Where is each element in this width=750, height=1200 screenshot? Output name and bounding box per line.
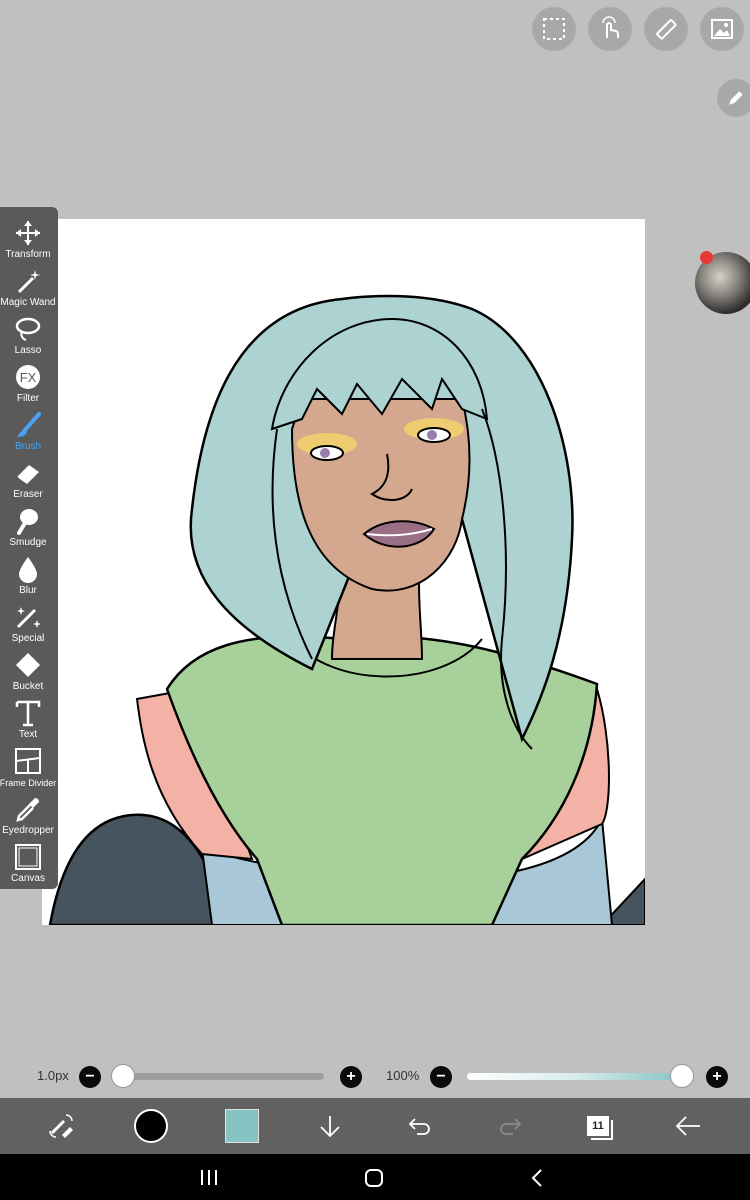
secondary-color-button[interactable]: [222, 1098, 262, 1154]
tool-canvas[interactable]: Canvas: [0, 839, 56, 886]
redo-icon: [500, 1118, 522, 1135]
pen-pressure-button[interactable]: [717, 79, 750, 117]
brush-eraser-swap-icon: [49, 1114, 73, 1138]
tool-magic-wand[interactable]: Magic Wand: [0, 263, 56, 310]
droplet-icon: [19, 557, 37, 583]
brush-size-track[interactable]: [114, 1073, 324, 1080]
undo-icon: [408, 1118, 430, 1135]
minus-icon: −: [85, 1068, 95, 1085]
tool-frame-divider[interactable]: Frame Divider: [0, 743, 56, 790]
text-icon: [15, 700, 41, 727]
pencil-icon: [729, 91, 743, 105]
fx-icon: FX: [16, 365, 40, 389]
brush-size-minus-button[interactable]: −: [79, 1066, 101, 1088]
ruler-button[interactable]: [644, 7, 688, 51]
undo-button[interactable]: [403, 1098, 437, 1154]
tool-label: Filter: [16, 393, 40, 404]
tool-lasso[interactable]: Lasso: [0, 311, 56, 358]
layer-count-badge: 11: [587, 1116, 609, 1136]
tool-transform[interactable]: Transform: [0, 215, 56, 262]
minus-icon: −: [436, 1068, 446, 1085]
brush-size-plus-button[interactable]: +: [340, 1066, 362, 1088]
selection-button[interactable]: [532, 7, 576, 51]
tool-eyedropper[interactable]: Eyedropper: [0, 791, 56, 838]
brush-settings-row: 1.0px − + 100% − +: [0, 1062, 750, 1092]
tool-filter[interactable]: FX Filter: [0, 359, 56, 406]
recent-apps-icon[interactable]: [199, 1169, 219, 1186]
tool-smudge[interactable]: Smudge: [0, 503, 56, 550]
artwork-illustration: [48, 294, 645, 925]
special-wand-icon: [16, 607, 41, 629]
tool-text[interactable]: Text: [0, 695, 56, 742]
tool-label: Special: [11, 633, 45, 644]
tool-label: Eyedropper: [2, 825, 54, 836]
bottom-toolbar: 11: [0, 1098, 750, 1154]
tool-label: Smudge: [9, 537, 47, 548]
brush-icon: [17, 412, 41, 437]
selection-icon: [543, 18, 565, 40]
drawing-canvas[interactable]: [42, 219, 645, 925]
back-nav-icon[interactable]: [530, 1168, 544, 1188]
secondary-color-swatch: [225, 1109, 259, 1143]
tool-label: Blur: [19, 585, 37, 596]
save-download-button[interactable]: [313, 1098, 347, 1154]
brush-size-label: 1.0px: [37, 1068, 69, 1083]
tool-special[interactable]: Special: [0, 599, 56, 646]
tool-bucket[interactable]: Bucket: [0, 647, 56, 694]
eraser-icon: [16, 465, 39, 484]
tool-eraser[interactable]: Eraser: [0, 455, 56, 502]
image-icon: [711, 19, 733, 39]
bucket-icon: [16, 653, 40, 677]
tool-label: Canvas: [11, 873, 45, 884]
notification-dot: [700, 251, 713, 264]
ruler-icon: [656, 19, 677, 40]
smudge-icon: [17, 509, 38, 535]
tool-label: Eraser: [13, 489, 43, 500]
lasso-icon: [15, 317, 41, 341]
tool-label: Lasso: [14, 345, 42, 356]
home-icon[interactable]: [364, 1168, 384, 1188]
magic-wand-icon: [17, 270, 40, 294]
frame-divider-icon: [15, 748, 41, 774]
tool-sidebar: Transform Magic Wand Lasso FX Filter Bru…: [0, 207, 58, 889]
opacity-track[interactable]: [467, 1073, 682, 1080]
tool-label: Frame Divider: [0, 778, 57, 788]
plus-icon: +: [346, 1068, 356, 1085]
quick-tool-button[interactable]: [40, 1098, 82, 1154]
arrow-down-icon: [320, 1116, 340, 1138]
brush-size-slider-thumb[interactable]: [111, 1064, 135, 1088]
tool-brush[interactable]: Brush: [0, 407, 56, 454]
svg-text:FX: FX: [20, 370, 37, 385]
tool-label: Bucket: [12, 681, 44, 692]
opacity-slider-thumb[interactable]: [670, 1064, 694, 1088]
redo-button[interactable]: [493, 1098, 527, 1154]
plus-icon: +: [712, 1068, 722, 1085]
opacity-plus-button[interactable]: +: [706, 1066, 728, 1088]
primary-color-button[interactable]: [131, 1098, 171, 1154]
tool-blur[interactable]: Blur: [0, 551, 56, 598]
layers-button[interactable]: 11: [580, 1098, 616, 1154]
image-button[interactable]: [700, 7, 744, 51]
move-arrows-icon: [16, 221, 40, 245]
canvas-icon: [15, 844, 41, 870]
back-button[interactable]: [670, 1098, 706, 1154]
eyedropper-icon: [16, 798, 39, 822]
opacity-label: 100%: [386, 1068, 420, 1083]
tool-label: Magic Wand: [0, 297, 56, 308]
hand-touch-button[interactable]: [588, 7, 632, 51]
primary-color-swatch: [134, 1109, 168, 1143]
tool-label: Text: [18, 729, 38, 740]
tool-label: Brush: [14, 441, 42, 452]
tool-label: Transform: [5, 249, 51, 260]
opacity-minus-button[interactable]: −: [430, 1066, 452, 1088]
arrow-left-icon: [675, 1116, 700, 1136]
hand-touch-icon: [602, 16, 619, 38]
system-nav-bar: [0, 1154, 750, 1200]
